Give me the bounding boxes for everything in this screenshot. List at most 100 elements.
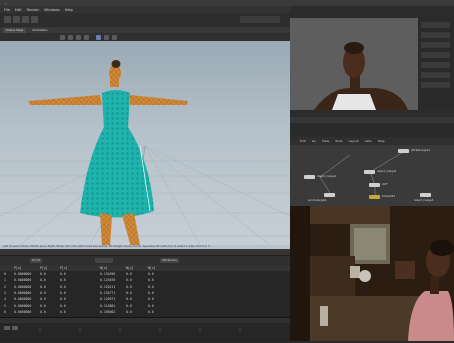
table-cell: 0.0 bbox=[126, 309, 132, 314]
table-cell: 0.0 bbox=[126, 272, 132, 276]
table-cell: 0.0000000 bbox=[14, 309, 32, 314]
shelf-tool-icon[interactable] bbox=[31, 16, 38, 23]
table-row[interactable]: 3 0.0000000 0.0 0.0 0.134771 0.0 0.0 bbox=[0, 291, 290, 297]
table-cell: 0.0 bbox=[148, 284, 154, 289]
col-header[interactable]: P[z] bbox=[60, 266, 68, 270]
network-tabs[interactable] bbox=[290, 117, 454, 123]
table-row[interactable]: 4 0.0000000 0.0 0.0 0.120571 0.0 0.0 bbox=[0, 297, 290, 303]
attributes-dropdown[interactable]: Attributes bbox=[160, 258, 179, 263]
col-header[interactable]: P[y] bbox=[40, 266, 48, 270]
render-button[interactable] bbox=[421, 62, 450, 68]
node-object-merge2[interactable] bbox=[364, 170, 375, 174]
table-cell: 0.0000000 bbox=[14, 278, 32, 283]
shelf-tool-icon[interactable] bbox=[13, 16, 20, 23]
spreadsheet-header-row: P[x] P[y] P[z] N[x] N[y] N[z] bbox=[0, 265, 290, 271]
node-label: pointwrangle1 bbox=[308, 199, 327, 202]
menu-file[interactable]: File bbox=[4, 8, 10, 12]
table-cell: 0.0 bbox=[40, 297, 46, 302]
node-attribwrangle1[interactable] bbox=[398, 149, 409, 153]
table-cell: 0.0 bbox=[40, 278, 46, 283]
table-cell: 0.0000000 bbox=[14, 272, 32, 276]
tab-scene-view[interactable]: Scene View bbox=[3, 27, 27, 33]
table-row[interactable]: 1 0.0000000 0.0 0.0 0.125876 0.0 0.0 bbox=[0, 278, 290, 284]
move-tool-icon[interactable] bbox=[68, 34, 73, 40]
table-cell: 0.0 bbox=[60, 278, 66, 283]
table-row[interactable]: 2 0.0000000 0.0 0.0 0.120111 0.0 0.0 bbox=[0, 285, 290, 291]
table-cell: 0.0 bbox=[40, 272, 46, 276]
node-object-merge3[interactable] bbox=[420, 193, 431, 197]
select-tool-icon[interactable] bbox=[60, 34, 65, 40]
table-cell: 0.134956 bbox=[100, 272, 116, 276]
edit-icon[interactable] bbox=[95, 258, 113, 263]
shelf-toolbar bbox=[0, 13, 290, 28]
node-object-merge1[interactable] bbox=[304, 175, 315, 179]
view-tool-icon[interactable] bbox=[96, 34, 101, 40]
table-row[interactable]: 6 0.0000000 0.0 0.0 0.106001 0.0 0.0 bbox=[0, 310, 290, 316]
node-out[interactable] bbox=[369, 183, 380, 187]
net-menu-view[interactable]: View bbox=[322, 139, 329, 143]
render-button[interactable] bbox=[421, 52, 450, 58]
shelf-tool-icon[interactable] bbox=[4, 16, 11, 23]
col-header[interactable]: P[x] bbox=[14, 266, 22, 270]
row-index: 6 bbox=[4, 309, 6, 314]
table-cell: 0.134771 bbox=[100, 290, 116, 295]
row-index: 2 bbox=[4, 284, 6, 289]
table-cell: 0.0 bbox=[40, 290, 46, 295]
table-cell: 0.0 bbox=[148, 290, 154, 295]
net-menu-help[interactable]: Help bbox=[378, 139, 385, 143]
handle-tool-icon[interactable] bbox=[112, 34, 117, 40]
timeline-panel[interactable] bbox=[0, 317, 290, 342]
node-label: timeshift1 bbox=[382, 195, 396, 198]
render-button[interactable] bbox=[421, 42, 450, 48]
table-cell: 0.120571 bbox=[100, 297, 116, 302]
col-header[interactable]: N[z] bbox=[148, 266, 156, 270]
net-menu-edit[interactable]: Edit bbox=[300, 139, 306, 143]
table-cell: 0.125876 bbox=[100, 278, 116, 283]
render-button[interactable] bbox=[421, 82, 450, 88]
row-index: 5 bbox=[4, 303, 6, 308]
net-menu-tools[interactable]: Tools bbox=[335, 139, 342, 143]
col-header[interactable]: N[x] bbox=[100, 266, 108, 270]
table-cell: 0.0 bbox=[60, 303, 66, 308]
table-cell: 0.0 bbox=[148, 272, 154, 276]
character-model[interactable] bbox=[28, 60, 188, 245]
table-cell: 0.0 bbox=[148, 303, 154, 308]
shelf-status-field[interactable] bbox=[240, 16, 280, 23]
menu-windows[interactable]: Windows bbox=[44, 8, 60, 12]
menu-help[interactable]: Help bbox=[65, 8, 73, 12]
table-row[interactable]: 5 0.0000000 0.0 0.0 0.110881 0.0 0.0 bbox=[0, 304, 290, 310]
row-index: 1 bbox=[4, 278, 6, 283]
tab-animation[interactable]: Animation bbox=[29, 27, 51, 33]
net-menu-labs[interactable]: Labs bbox=[365, 139, 372, 143]
row-index: 3 bbox=[4, 290, 6, 295]
menu-render[interactable]: Render bbox=[27, 8, 39, 12]
net-menu-go[interactable]: Go bbox=[312, 139, 316, 143]
net-menu-layout[interactable]: Layout bbox=[349, 139, 359, 143]
table-cell: 0.0 bbox=[40, 303, 46, 308]
shelf-tool-icon[interactable] bbox=[22, 16, 29, 23]
table-row[interactable]: 0 0.0000000 0.0 0.0 0.134956 0.0 0.0 bbox=[0, 272, 290, 278]
render-button[interactable] bbox=[421, 32, 450, 38]
col-header[interactable]: N[y] bbox=[126, 266, 134, 270]
kitchen-scene bbox=[290, 206, 454, 341]
render-button[interactable] bbox=[421, 22, 450, 28]
table-cell: 0.0 bbox=[60, 272, 66, 276]
table-cell: 0.106001 bbox=[100, 309, 116, 314]
snap-tool-icon[interactable] bbox=[104, 34, 109, 40]
render-button[interactable] bbox=[421, 72, 450, 78]
node-label: attribwrangle1 bbox=[411, 149, 431, 152]
node-pointwrangle1[interactable] bbox=[324, 193, 335, 197]
menu-edit[interactable]: Edit bbox=[15, 8, 22, 12]
main-menubar: File Edit Render Windows Help bbox=[0, 6, 290, 13]
scale-tool-icon[interactable] bbox=[84, 34, 89, 40]
row-index: 0 bbox=[4, 272, 6, 276]
render-viewport[interactable] bbox=[290, 18, 418, 110]
table-cell: 0.0 bbox=[60, 290, 66, 295]
scene-viewport[interactable] bbox=[0, 41, 290, 245]
table-cell: 0.0000000 bbox=[14, 303, 32, 308]
node-network[interactable]: attribwrangle1 object_merge2 object_merg… bbox=[290, 145, 454, 206]
table-cell: 0.0 bbox=[60, 297, 66, 302]
rotate-tool-icon[interactable] bbox=[76, 34, 81, 40]
node-timeshift1[interactable] bbox=[369, 195, 380, 199]
scroll-dropdown[interactable]: Scroll bbox=[30, 258, 43, 263]
